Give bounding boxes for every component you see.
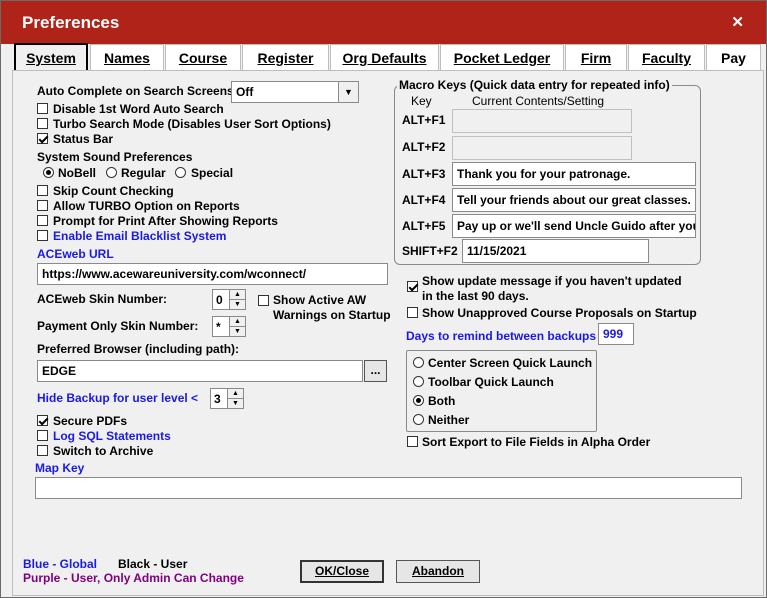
enable-blacklist-checkbox[interactable] — [37, 230, 48, 241]
sound-preferences-label: System Sound Preferences — [37, 150, 193, 164]
macro-value-input — [452, 136, 632, 160]
show-update-label-2: in the last 90 days. — [422, 289, 529, 303]
system-pane: Auto Complete on Search Screens: Off ▼ D… — [12, 70, 764, 596]
hide-backup-stepper[interactable]: ▲ ▼ — [227, 388, 244, 409]
sound-nobell-radio[interactable] — [43, 167, 54, 178]
macro-keys-title: Macro Keys (Quick data entry for repeate… — [397, 78, 672, 92]
auto-complete-select[interactable]: Off ▼ — [231, 81, 359, 103]
quick-launch-both-radio[interactable] — [413, 395, 424, 406]
tab-register[interactable]: Register — [242, 44, 329, 71]
sound-regular-label: Regular — [121, 166, 166, 180]
tab-strip: System Names Course Register Org Default… — [12, 43, 764, 71]
macro-col-key: Key — [411, 94, 432, 108]
browser-label: Preferred Browser (including path): — [37, 342, 240, 356]
quick-launch-toolbar-label: Toolbar Quick Launch — [428, 375, 554, 389]
skin-number-label: ACEweb Skin Number: — [37, 292, 168, 306]
switch-archive-checkbox[interactable] — [37, 445, 48, 456]
tab-system[interactable]: System — [14, 43, 88, 71]
preferences-window: Preferences ✕ System Names Course Regist… — [0, 0, 767, 598]
aceweb-url-label: ACEweb URL — [37, 247, 114, 261]
macro-value-input[interactable]: Thank you for your patronage. — [452, 162, 696, 186]
macro-value-input[interactable]: Pay up or we'll send Uncle Guido after y… — [452, 214, 696, 238]
tab-firm[interactable]: Firm — [565, 44, 627, 71]
quick-launch-center-radio[interactable] — [413, 357, 424, 368]
show-active-warnings-label-1: Show Active AW — [273, 293, 367, 307]
turbo-search-checkbox[interactable] — [37, 118, 48, 129]
show-unapproved-checkbox[interactable] — [407, 307, 418, 318]
payment-skin-label: Payment Only Skin Number: — [37, 319, 199, 333]
macro-key-label: ALT+F5 — [402, 219, 446, 233]
sound-special-label: Special — [191, 166, 234, 180]
log-sql-label: Log SQL Statements — [53, 429, 171, 443]
tab-pocket-ledger[interactable]: Pocket Ledger — [440, 44, 564, 71]
prompt-print-label: Prompt for Print After Showing Reports — [53, 214, 278, 228]
allow-turbo-label: Allow TURBO Option on Reports — [53, 199, 240, 213]
legend-purple: Purple - User, Only Admin Can Change — [23, 571, 244, 585]
skip-count-checkbox[interactable] — [37, 185, 48, 196]
secure-pdfs-checkbox[interactable] — [37, 415, 48, 426]
days-backup-label: Days to remind between backups — [406, 329, 597, 343]
browser-input[interactable]: EDGE — [37, 360, 363, 382]
show-update-checkbox[interactable] — [407, 281, 418, 292]
status-bar-label: Status Bar — [53, 132, 114, 146]
macro-col-contents: Current Contents/Setting — [472, 94, 605, 108]
prompt-print-checkbox[interactable] — [37, 215, 48, 226]
payment-skin-stepper[interactable]: ▲ ▼ — [229, 316, 246, 337]
auto-complete-label: Auto Complete on Search Screens: — [37, 84, 238, 98]
show-unapproved-label: Show Unapproved Course Proposals on Star… — [422, 306, 697, 320]
title-bar: Preferences ✕ — [1, 1, 766, 44]
quick-launch-neither-label: Neither — [428, 413, 470, 427]
map-key-label: Map Key — [35, 461, 85, 475]
turbo-search-label: Turbo Search Mode (Disables User Sort Op… — [53, 117, 331, 131]
sound-regular-radio[interactable] — [106, 167, 117, 178]
macro-key-label: ALT+F2 — [402, 140, 446, 154]
switch-archive-label: Switch to Archive — [53, 444, 154, 458]
ok-close-button[interactable]: OK/Close — [300, 560, 384, 583]
sort-export-checkbox[interactable] — [407, 436, 418, 447]
tab-names[interactable]: Names — [90, 44, 164, 71]
disable-first-word-label: Disable 1st Word Auto Search — [53, 102, 224, 116]
sound-nobell-label: NoBell — [58, 166, 97, 180]
show-active-warnings-checkbox[interactable] — [258, 295, 269, 306]
browse-button[interactable]: ... — [364, 360, 387, 382]
legend-black: Black - User — [118, 557, 188, 571]
quick-launch-toolbar-radio[interactable] — [413, 376, 424, 387]
days-backup-input[interactable]: 999 — [598, 323, 634, 345]
tab-pay[interactable]: Pay — [706, 44, 761, 71]
map-key-input[interactable] — [35, 477, 742, 499]
log-sql-checkbox[interactable] — [37, 430, 48, 441]
skip-count-label: Skip Count Checking — [53, 184, 174, 198]
abandon-button[interactable]: Abandon — [396, 560, 480, 583]
enable-blacklist-label: Enable Email Blacklist System — [53, 229, 227, 243]
macro-key-label: SHIFT+F2 — [402, 244, 458, 258]
hide-backup-label: Hide Backup for user level < — [37, 391, 199, 405]
macro-key-label: ALT+F4 — [402, 193, 446, 207]
sort-export-label: Sort Export to File Fields in Alpha Orde… — [422, 435, 651, 449]
tab-faculty[interactable]: Faculty — [628, 44, 705, 71]
chevron-down-icon[interactable]: ▼ — [338, 82, 358, 102]
macro-key-label: ALT+F1 — [402, 113, 446, 127]
macro-value-input[interactable]: 11/15/2021 — [462, 239, 649, 263]
quick-launch-center-label: Center Screen Quick Launch — [428, 356, 593, 370]
macro-value-input — [452, 109, 632, 133]
show-update-label-1: Show update message if you haven't updat… — [422, 274, 682, 288]
window-title: Preferences — [22, 13, 120, 32]
skin-number-stepper[interactable]: ▲ ▼ — [229, 289, 246, 310]
macro-value-input[interactable]: Tell your friends about our great classe… — [452, 188, 696, 212]
allow-turbo-checkbox[interactable] — [37, 200, 48, 211]
tab-course[interactable]: Course — [165, 44, 241, 71]
tab-org-defaults[interactable]: Org Defaults — [330, 44, 439, 71]
disable-first-word-checkbox[interactable] — [37, 103, 48, 114]
macro-key-label: ALT+F3 — [402, 167, 446, 181]
quick-launch-both-label: Both — [428, 394, 456, 408]
status-bar-checkbox[interactable] — [37, 133, 48, 144]
legend-blue: Blue - Global — [23, 557, 98, 571]
close-icon[interactable]: ✕ — [731, 13, 744, 31]
show-active-warnings-label-2: Warnings on Startup — [273, 308, 391, 322]
quick-launch-neither-radio[interactable] — [413, 414, 424, 425]
aceweb-url-input[interactable]: https://www.acewareuniversity.com/wconne… — [37, 263, 388, 285]
sound-special-radio[interactable] — [175, 167, 186, 178]
secure-pdfs-label: Secure PDFs — [53, 414, 128, 428]
